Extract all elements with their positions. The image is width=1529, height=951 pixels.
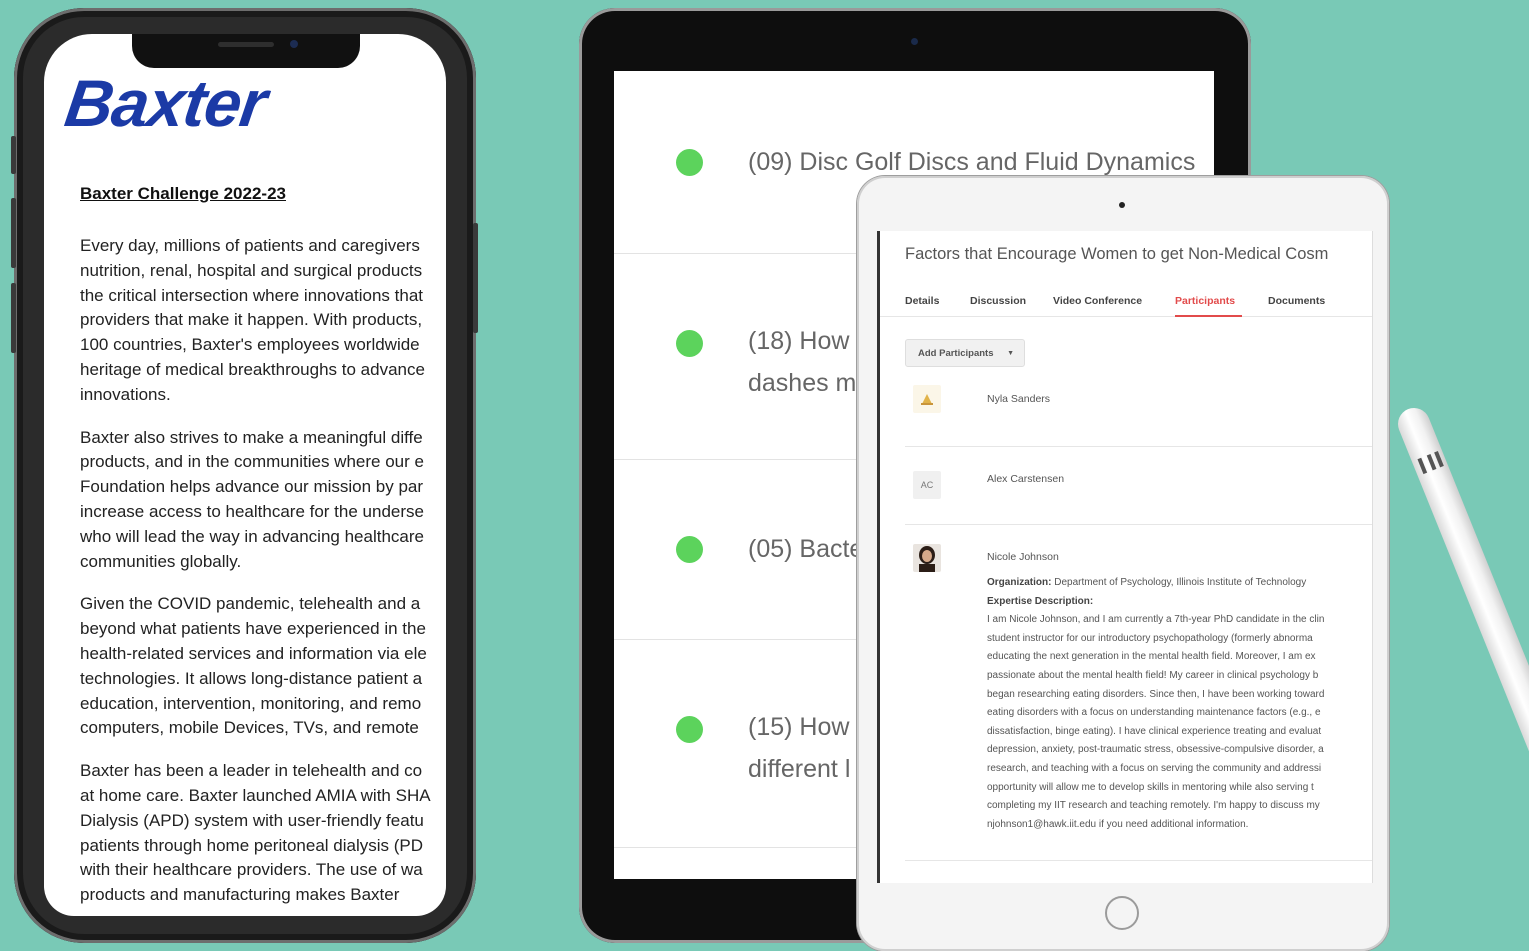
project-detail-screen: Factors that Encourage Women to get Non-… [877,231,1373,883]
document-line: products and manufacturing makes Baxter [80,885,400,905]
tablet-mini-camera [1119,202,1125,208]
home-button[interactable] [1105,896,1139,930]
document-line: Dialysis (APD) system with user-friendly… [80,810,424,830]
project-title-line2[interactable]: different l [748,748,850,790]
status-dot-icon [676,149,703,176]
organization-value: Department of Psychology, Illinois Insti… [1054,577,1307,588]
document-paragraph: Given the COVID pandemic, telehealth and… [80,592,446,741]
description-line: began researching eating disorders. Sinc… [987,688,1325,700]
avatar-photo [913,544,941,572]
description-line: dissatisfaction, binge eating). I have c… [987,725,1322,737]
participant-row[interactable]: AC Alex Carstensen [905,446,1372,525]
tablet-mini-device: Factors that Encourage Women to get Non-… [857,176,1389,951]
description-line: student instructor for our introductory … [987,632,1313,644]
status-dot-icon [676,716,703,743]
document-line: Given the COVID pandemic, telehealth and… [80,594,421,614]
baxter-logo: Baxter [60,66,271,140]
participant-name: Nyla Sanders [987,393,1051,405]
participant-name: Nicole Johnson [987,551,1059,563]
participant-row[interactable]: Nyla Sanders [905,371,1372,447]
document-line: communities globally. [80,551,242,571]
caret-down-icon: ▼ [1007,350,1014,357]
add-participants-button[interactable]: Add Participants ▼ [905,339,1025,367]
document-line: technologies. It allows long-distance pa… [80,668,423,688]
document-line: heritage of medical breakthroughs to adv… [80,359,425,379]
add-participants-label: Add Participants [918,348,994,359]
document-line: who will lead the way in advancing healt… [80,526,424,546]
tab-discussion[interactable]: Discussion [970,295,1026,307]
phone-side-button [473,223,478,333]
project-title[interactable]: (05) Bacte [748,528,863,570]
description-line: njohnson1@hawk.iit.edu if you need addit… [987,818,1249,830]
participant-row[interactable]: Nicole Johnson Organization: Department … [905,524,1372,861]
phone-volume-down [11,283,16,353]
description-line: I am Nicole Johnson, and I am currently … [987,614,1325,626]
description-line: educating the next generation in the men… [987,651,1316,663]
stylus-pencil [1393,403,1529,935]
organization-line: Organization: Department of Psychology, … [987,574,1372,593]
phone-notch [132,34,360,68]
participant-name: Alex Carstensen [987,473,1065,485]
document-line: providers that make it happen. With prod… [80,310,423,330]
project-title[interactable]: (15) How t [748,706,863,748]
phone-volume-up [11,198,16,268]
organization-label: Organization: [987,577,1052,588]
document-line: patients through home peritoneal dialysi… [80,835,424,855]
document-line: increase access to healthcare for the un… [80,501,424,521]
status-dot-icon [676,536,703,563]
document-line: nutrition, renal, hospital and surgical … [80,260,423,280]
user-icon [913,385,941,413]
active-tab-indicator [1175,315,1242,317]
description-line: eating disorders with a focus on underst… [987,707,1321,719]
tab-documents[interactable]: Documents [1268,295,1325,307]
description-line: completing my IIT research and teaching … [987,800,1320,812]
expertise-description: I am Nicole Johnson, and I am currently … [987,611,1372,834]
document-title: Baxter Challenge 2022-23 [80,184,286,203]
phone-device: Baxter Baxter Challenge 2022-23 Every da… [11,8,478,943]
avatar-initials: AC [913,471,941,499]
document-line: products, and in the communities where o… [80,452,424,472]
document-line: at home care. Baxter launched AMIA with … [80,785,431,805]
document-line: beyond what patients have experienced in… [80,619,426,639]
document-line: education, intervention, monitoring, and… [80,693,422,713]
phone-mute-switch [11,136,16,174]
tab-details[interactable]: Details [905,295,939,307]
document-paragraph: Baxter has been a leader in telehealth a… [80,759,446,908]
status-dot-icon [676,330,703,357]
project-title: Factors that Encourage Women to get Non-… [905,245,1329,263]
speaker-grille [218,42,274,47]
tabs-divider [880,316,1372,317]
participant-details: Organization: Department of Psychology, … [987,574,1372,834]
tab-participants[interactable]: Participants [1175,295,1235,307]
document-line: health-related services and information … [80,643,427,663]
tab-video-conference[interactable]: Video Conference [1053,295,1142,307]
document-paragraph: Every day, millions of patients and care… [80,234,446,408]
document-line: with their healthcare providers. The use… [80,860,423,880]
document-line: Baxter also strives to make a meaningful… [80,427,423,447]
description-line: passionate about the mental health field… [987,669,1319,681]
pencil-band [1412,450,1448,477]
document-line: computers, mobile Devices, TVs, and remo… [80,718,419,738]
description-line: research, and teaching with a focus on s… [987,762,1322,774]
document-paragraph: Baxter also strives to make a meaningful… [80,426,446,575]
tablet-camera [911,38,918,45]
document-line: Baxter has been a leader in telehealth a… [80,761,423,781]
project-title-line2[interactable]: dashes m [748,362,856,404]
phone-screen: Baxter Baxter Challenge 2022-23 Every da… [44,34,446,916]
document-body: Every day, millions of patients and care… [80,234,446,916]
document-line: the critical intersection where innovati… [80,285,424,305]
description-line: depression, anxiety, post-traumatic stre… [987,744,1324,756]
document-line: 100 countries, Baxter's employees worldw… [80,335,420,355]
description-line: opportunity will allow me to develop ski… [987,781,1314,793]
document-line: Every day, millions of patients and care… [80,236,420,255]
expertise-label: Expertise Description: [987,595,1094,607]
document-line: innovations. [80,384,171,404]
front-camera [290,40,298,48]
document-line: Foundation helps advance our mission by … [80,477,424,497]
